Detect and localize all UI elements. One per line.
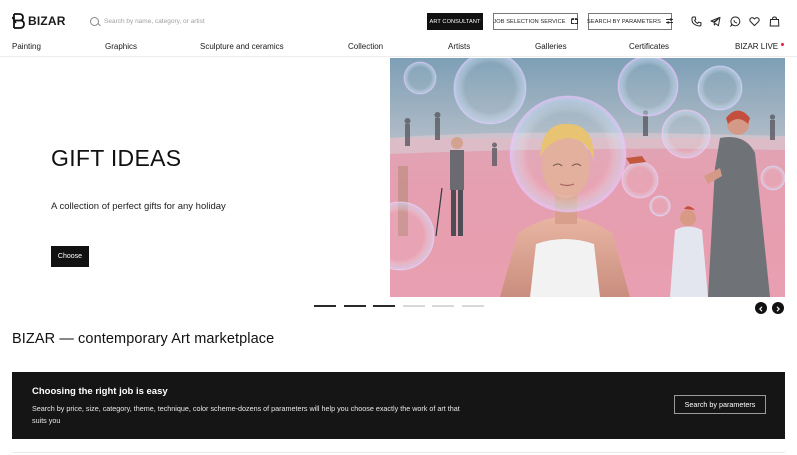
logo[interactable]: BIZAR [12,12,66,30]
logo-text: BIZAR [28,14,66,28]
nav-item-sculpture[interactable]: Sculpture and ceramics [200,42,284,51]
site-header: BIZAR ART CONSULTANT JOB SELECTION SERVI… [0,0,797,38]
main-nav: Painting Graphics Sculpture and ceramics… [0,38,797,57]
bizar-live-label: BIZAR LIVE [735,42,779,51]
art-consultant-label: ART CONSULTANT [429,18,481,25]
choose-button[interactable]: Choose [51,246,89,267]
shopping-bag-icon[interactable] [768,15,780,27]
art-consultant-button[interactable]: ART CONSULTANT [427,13,483,30]
whatsapp-icon[interactable] [729,15,741,27]
search-input[interactable] [104,15,364,27]
filter-sliders-icon [665,17,673,26]
job-selection-label: JOB SELECTION SERVICE [493,18,566,25]
search-by-parameters-button[interactable]: SEARCH BY PARAMETERS [587,13,673,30]
slider-pagination [314,305,491,308]
header-icon-group [690,14,788,28]
search-bar [90,14,390,28]
section-title: BIZAR — contemporary Art marketplace [12,331,275,347]
hero-title: GIFT IDEAS [51,145,182,171]
slider-dot[interactable] [314,305,336,307]
hero-slider: GIFT IDEAS A collection of perfect gifts… [12,58,785,297]
nav-item-galleries[interactable]: Galleries [535,42,567,51]
chevron-right-icon [775,299,781,317]
search-by-parameters-promo-button[interactable]: Search by parameters [674,395,766,414]
hero-text-panel: GIFT IDEAS A collection of perfect gifts… [12,58,390,297]
slider-dot[interactable] [343,305,366,307]
nav-item-artists[interactable]: Artists [448,42,470,51]
job-selection-button[interactable]: JOB SELECTION SERVICE [493,13,578,30]
nav-item-collection[interactable]: Collection [348,42,383,51]
nav-item-painting[interactable]: Painting [12,42,41,51]
slider-dot[interactable] [461,305,484,307]
slider-dot[interactable] [373,305,395,307]
telegram-icon[interactable] [710,15,722,27]
nav-item-certificates[interactable]: Certificates [629,42,669,51]
heart-icon[interactable] [749,15,761,27]
phone-icon[interactable] [690,15,702,27]
divider [12,452,785,453]
hero-artwork-image [390,58,785,297]
slider-dot[interactable] [432,305,454,307]
search-icon [90,16,99,26]
promo-heading: Choosing the right job is easy [32,386,168,397]
hero-subtitle: A collection of perfect gifts for any ho… [51,201,226,212]
search-by-parameters-label: SEARCH BY PARAMETERS [587,18,661,25]
nav-item-bizar-live[interactable]: BIZAR LIVE [735,42,785,51]
nav-item-graphics[interactable]: Graphics [105,42,137,51]
logo-mark-icon [12,13,25,29]
promo-banner: Choosing the right job is easy Search by… [12,372,785,439]
promo-text: Search by price, size, category, theme, … [32,404,460,425]
chevron-left-icon [758,299,764,317]
slider-dot[interactable] [402,305,425,307]
live-indicator-dot [781,43,785,46]
slider-prev-button[interactable] [755,302,767,314]
gift-box-icon [570,17,578,26]
slider-next-button[interactable] [772,302,784,314]
